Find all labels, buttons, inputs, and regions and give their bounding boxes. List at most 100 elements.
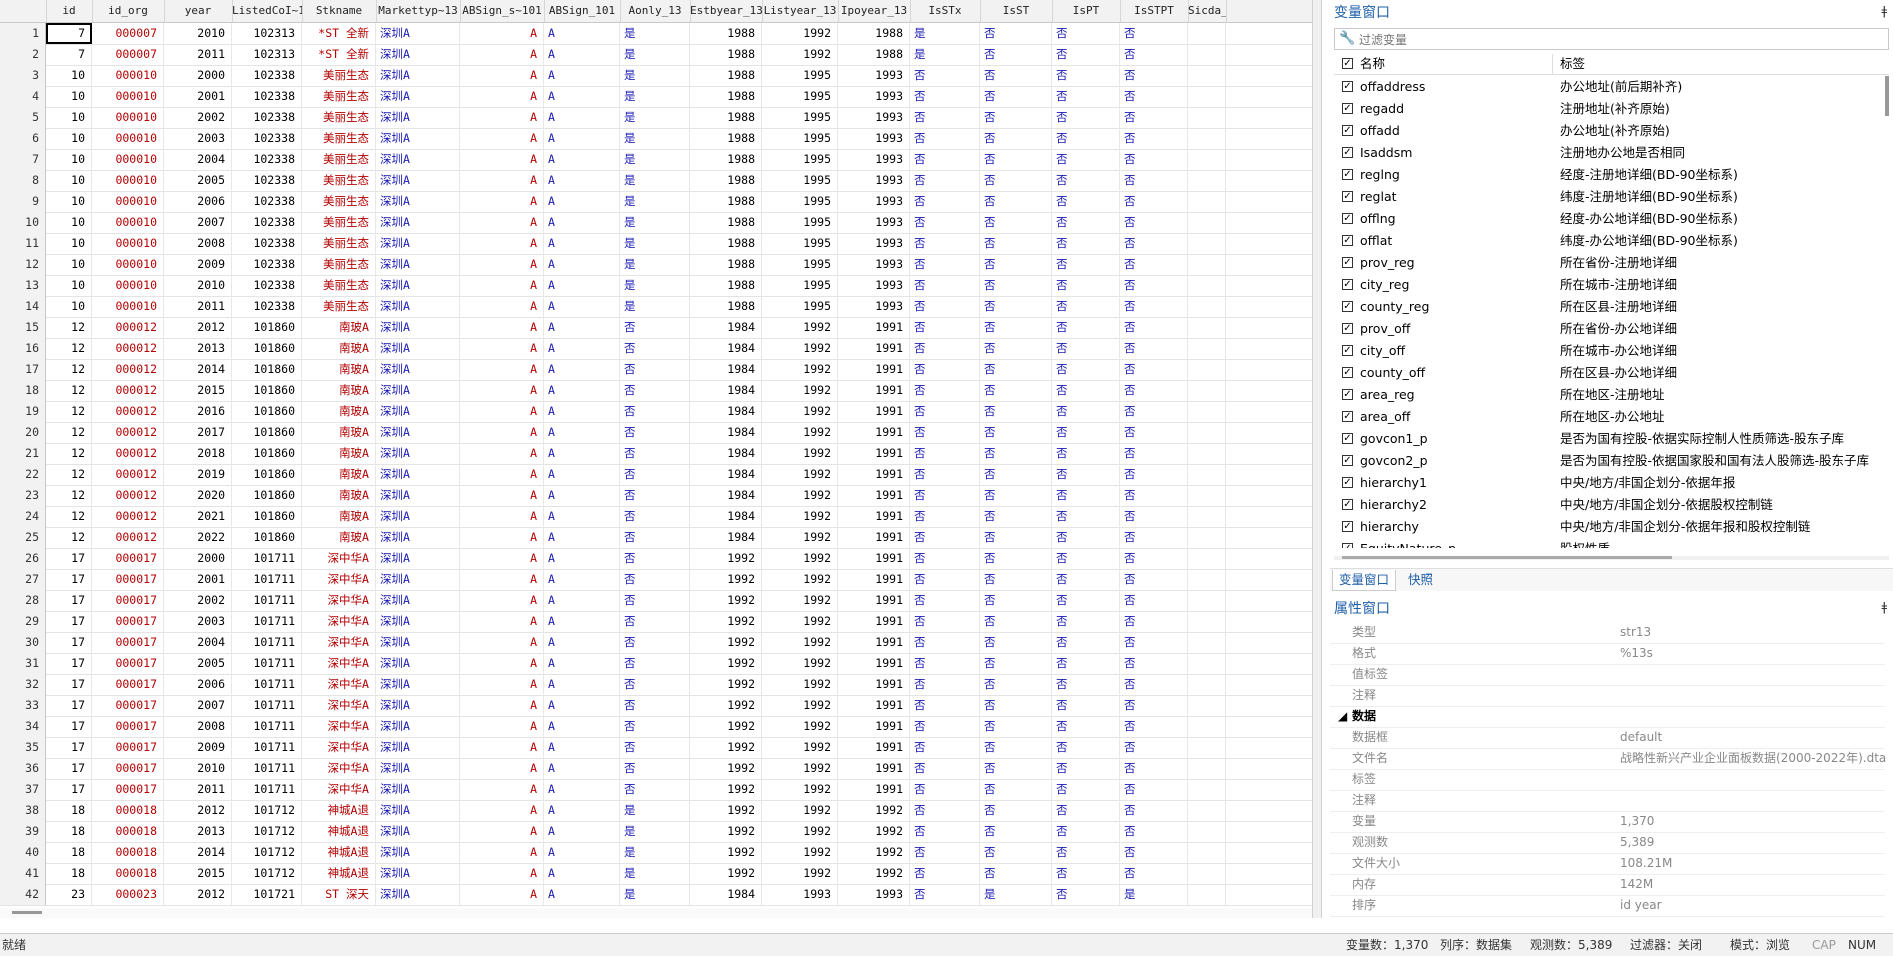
table-cell[interactable]: [1188, 401, 1226, 422]
table-cell[interactable]: 102338: [232, 65, 302, 86]
table-cell[interactable]: 神城A退: [302, 863, 376, 884]
table-cell[interactable]: 1984: [690, 401, 762, 422]
table-cell[interactable]: 否: [1120, 422, 1188, 443]
table-cell[interactable]: 是: [620, 23, 690, 44]
table-cell[interactable]: 否: [980, 590, 1052, 611]
variable-checkbox[interactable]: ✓: [1342, 389, 1353, 400]
table-cell[interactable]: 2001: [164, 86, 232, 107]
variable-checkbox[interactable]: ✓: [1342, 455, 1353, 466]
table-cell[interactable]: 2008: [164, 716, 232, 737]
column-header-isst[interactable]: IsST: [980, 0, 1053, 22]
table-cell[interactable]: 1995: [762, 65, 838, 86]
row-number[interactable]: 4: [0, 86, 46, 107]
table-cell[interactable]: A: [544, 884, 620, 905]
table-cell[interactable]: 否: [1120, 653, 1188, 674]
table-cell[interactable]: 2010: [164, 275, 232, 296]
table-cell[interactable]: 1991: [838, 548, 910, 569]
table-cell[interactable]: 深中华A: [302, 611, 376, 632]
variable-list-item[interactable]: ✓ reglng 经度-注册地详细(BD-90坐标系): [1334, 164, 1889, 186]
table-cell[interactable]: 否: [620, 548, 690, 569]
table-cell[interactable]: 1991: [838, 338, 910, 359]
table-cell[interactable]: 1995: [762, 233, 838, 254]
table-cell[interactable]: 深圳A: [376, 359, 460, 380]
table-cell[interactable]: 18: [46, 821, 92, 842]
variable-checkbox[interactable]: ✓: [1342, 301, 1353, 312]
row-number[interactable]: 6: [0, 128, 46, 149]
table-cell[interactable]: 1992: [690, 758, 762, 779]
table-cell[interactable]: 1992: [762, 716, 838, 737]
variable-checkbox[interactable]: ✓: [1342, 411, 1353, 422]
table-cell[interactable]: 是: [620, 296, 690, 317]
table-cell[interactable]: 1993: [838, 149, 910, 170]
table-cell[interactable]: [1188, 653, 1226, 674]
table-row[interactable]: 25 12 000012 2022 101860 南玻A 深圳A A A 否 1984 1992 199…: [0, 527, 1312, 549]
table-cell[interactable]: 12: [46, 401, 92, 422]
table-cell[interactable]: 10: [46, 128, 92, 149]
table-cell[interactable]: 1984: [690, 422, 762, 443]
table-cell[interactable]: 美丽生态: [302, 212, 376, 233]
table-cell[interactable]: 深圳A: [376, 653, 460, 674]
table-cell[interactable]: 1991: [838, 758, 910, 779]
table-cell[interactable]: A: [544, 317, 620, 338]
table-row[interactable]: 5 10 000010 2002 102338 美丽生态 深圳A A A 是 1988 1995 199…: [0, 107, 1312, 129]
tab-snapshots[interactable]: 快照: [1402, 570, 1439, 590]
table-cell[interactable]: 1992: [690, 821, 762, 842]
table-cell[interactable]: 000017: [92, 569, 164, 590]
table-cell[interactable]: 深中华A: [302, 569, 376, 590]
table-row[interactable]: 19 12 000012 2016 101860 南玻A 深圳A A A 否 1984 1992 199…: [0, 401, 1312, 423]
table-cell[interactable]: 否: [980, 674, 1052, 695]
table-cell[interactable]: 深圳A: [376, 695, 460, 716]
table-cell[interactable]: 深圳A: [376, 338, 460, 359]
row-number[interactable]: 13: [0, 275, 46, 296]
table-cell[interactable]: 深圳A: [376, 380, 460, 401]
variable-checkbox[interactable]: ✓: [1342, 169, 1353, 180]
table-cell[interactable]: 2011: [164, 779, 232, 800]
table-cell[interactable]: 1992: [762, 674, 838, 695]
table-row[interactable]: 38 18 000018 2012 101712 神城A退 深圳A A A 是 1992 1992 19…: [0, 800, 1312, 822]
property-row[interactable]: 注释: [1330, 790, 1885, 812]
table-cell[interactable]: 否: [1120, 716, 1188, 737]
table-cell[interactable]: 1991: [838, 653, 910, 674]
table-row[interactable]: 2 7 000007 2011 102313 *ST 全新 深圳A A A 是 1988 1992 19…: [0, 44, 1312, 66]
variable-list-item[interactable]: ✓ county_reg 所在区县-注册地详细: [1334, 296, 1889, 318]
table-cell[interactable]: 000017: [92, 611, 164, 632]
variable-list-item[interactable]: ✓ city_off 所在城市-办公地详细: [1334, 340, 1889, 362]
table-row[interactable]: 11 10 000010 2008 102338 美丽生态 深圳A A A 是 1988 1995 19…: [0, 233, 1312, 255]
table-cell[interactable]: 1993: [838, 296, 910, 317]
table-cell[interactable]: 17: [46, 695, 92, 716]
variable-list-item[interactable]: ✓ city_reg 所在城市-注册地详细: [1334, 274, 1889, 296]
table-cell[interactable]: 南玻A: [302, 422, 376, 443]
table-cell[interactable]: A: [460, 695, 544, 716]
table-cell[interactable]: 否: [1120, 611, 1188, 632]
row-number[interactable]: 37: [0, 779, 46, 800]
table-cell[interactable]: 是: [620, 149, 690, 170]
table-cell[interactable]: 1992: [762, 380, 838, 401]
table-cell[interactable]: 1988: [690, 254, 762, 275]
table-cell[interactable]: 否: [1120, 107, 1188, 128]
table-cell[interactable]: 1984: [690, 443, 762, 464]
variable-list-item[interactable]: ✓ area_reg 所在地区-注册地址: [1334, 384, 1889, 406]
table-cell[interactable]: A: [460, 800, 544, 821]
table-cell[interactable]: 2007: [164, 212, 232, 233]
table-cell[interactable]: A: [460, 884, 544, 905]
table-cell[interactable]: 17: [46, 548, 92, 569]
table-cell[interactable]: 1988: [690, 128, 762, 149]
table-cell[interactable]: 深圳A: [376, 779, 460, 800]
table-cell[interactable]: 否: [980, 800, 1052, 821]
table-cell[interactable]: 000010: [92, 191, 164, 212]
table-cell[interactable]: 否: [980, 191, 1052, 212]
table-row[interactable]: 15 12 000012 2012 101860 南玻A 深圳A A A 否 1984 1992 199…: [0, 317, 1312, 339]
table-cell[interactable]: 否: [1052, 275, 1120, 296]
column-header-idorg[interactable]: id_org: [92, 0, 165, 22]
column-header-stkname[interactable]: Stkname: [302, 0, 377, 22]
table-cell[interactable]: 否: [910, 863, 980, 884]
table-cell[interactable]: A: [544, 821, 620, 842]
table-row[interactable]: 39 18 000018 2013 101712 神城A退 深圳A A A 是 1992 1992 19…: [0, 821, 1312, 843]
table-cell[interactable]: 10: [46, 233, 92, 254]
table-cell[interactable]: 101860: [232, 464, 302, 485]
table-cell[interactable]: 101860: [232, 443, 302, 464]
table-cell[interactable]: 否: [1120, 128, 1188, 149]
table-cell[interactable]: 1992: [762, 863, 838, 884]
table-cell[interactable]: 1992: [762, 695, 838, 716]
variable-list-item[interactable]: ✓ offaddress 办公地址(前后期补齐): [1334, 76, 1889, 98]
